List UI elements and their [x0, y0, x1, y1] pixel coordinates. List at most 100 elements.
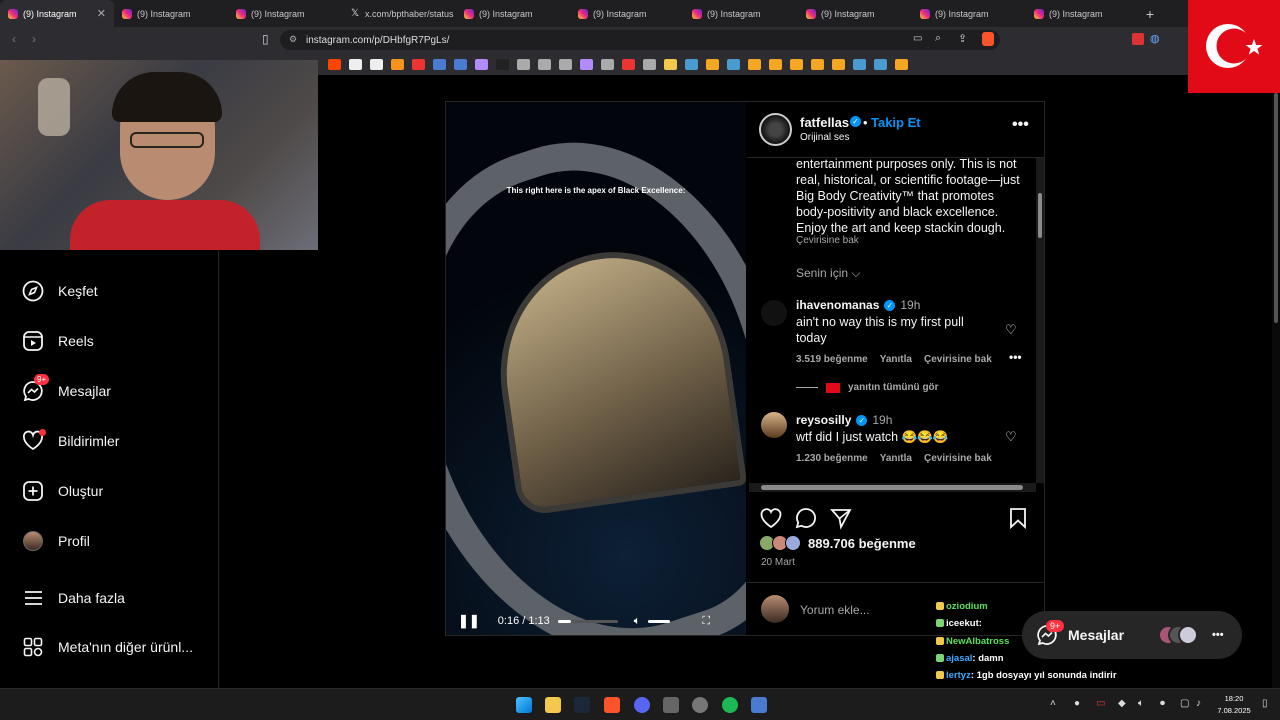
share-icon[interactable] — [829, 506, 853, 530]
reply-button[interactable]: Yanıtla — [880, 453, 912, 464]
audio-label[interactable]: Orijinal ses — [800, 132, 849, 143]
app-icon[interactable] — [751, 697, 767, 713]
system-clock[interactable]: 18:20 7.08.2025 — [1210, 693, 1258, 717]
file-explorer-icon[interactable] — [545, 697, 561, 713]
tray-icon[interactable]: ▭ — [1096, 698, 1105, 709]
translate-link[interactable]: Çevirisine bak — [924, 354, 992, 365]
sidebar-item-explore[interactable]: Keşfet — [22, 280, 98, 302]
author-username[interactable]: fatfellas — [800, 115, 849, 130]
brave-shield-icon[interactable] — [982, 32, 994, 46]
bookmark-favicon-icon[interactable] — [601, 58, 614, 70]
save-icon[interactable] — [1007, 506, 1029, 530]
obs-icon[interactable] — [692, 697, 708, 713]
discord-icon[interactable] — [634, 697, 650, 713]
bookmark-favicon-icon[interactable] — [811, 58, 824, 70]
view-replies[interactable]: yanıtın tümünü gör — [796, 382, 939, 393]
sidebar-item-reels[interactable]: Reels — [22, 330, 94, 352]
back-icon[interactable]: ‹ — [12, 32, 16, 46]
brave-icon[interactable] — [604, 697, 620, 713]
comment-like-icon[interactable]: ♡ — [1005, 322, 1017, 338]
sidebar-item-meta-products[interactable]: Meta'nın diğer ürünl... — [22, 636, 193, 658]
bookmark-favicon-icon[interactable] — [559, 58, 572, 70]
speaker-icon[interactable]: ♪ — [1196, 698, 1201, 709]
bookmark-favicon-icon[interactable] — [580, 58, 593, 70]
comment-username[interactable]: reysosilly — [796, 413, 851, 427]
sidebar-item-profile[interactable]: Profil — [22, 530, 90, 552]
volume-slider[interactable] — [648, 619, 671, 623]
forward-icon[interactable]: › — [32, 32, 36, 46]
bookmark-favicon-icon[interactable] — [349, 58, 362, 70]
network-icon[interactable]: ▢ — [1180, 698, 1189, 709]
bookmark-favicon-icon[interactable] — [643, 58, 656, 70]
likes-summary[interactable]: 889.706 beğenme — [759, 535, 916, 551]
horizontal-scrollbar[interactable] — [749, 483, 1036, 492]
bookmark-favicon-icon[interactable] — [832, 58, 845, 70]
bookmark-favicon-icon[interactable] — [748, 58, 761, 70]
browser-tab[interactable]: (9) Instagram — [912, 0, 1026, 27]
video-progress[interactable] — [557, 619, 618, 623]
browser-tab[interactable]: (9) Instagram — [228, 0, 342, 27]
bookmark-favicon-icon[interactable] — [874, 58, 887, 70]
volume-icon[interactable]: 🔈︎ — [1138, 698, 1144, 709]
cast-icon[interactable]: ▭ — [913, 33, 922, 44]
bookmark-favicon-icon[interactable] — [475, 58, 488, 70]
new-tab-button[interactable]: + — [1140, 6, 1160, 22]
bookmark-favicon-icon[interactable] — [433, 58, 446, 70]
sidebar-item-more[interactable]: Daha fazla — [22, 587, 125, 609]
start-icon[interactable] — [516, 697, 532, 713]
bookmark-favicon-icon[interactable] — [790, 58, 803, 70]
comment-username[interactable]: ihavenomanas — [796, 298, 879, 312]
bookmark-favicon-icon[interactable] — [727, 58, 740, 70]
bookmark-favicon-icon[interactable] — [622, 58, 635, 70]
more-options-icon[interactable]: ••• — [1212, 629, 1224, 641]
bookmark-icon[interactable]: ▯ — [262, 32, 269, 46]
bookmark-favicon-icon[interactable] — [391, 58, 404, 70]
comment-like-icon[interactable]: ♡ — [1005, 429, 1017, 445]
commenter-avatar[interactable] — [761, 412, 787, 438]
author-avatar[interactable] — [759, 113, 792, 146]
bookmark-favicon-icon[interactable] — [517, 58, 530, 70]
browser-tab[interactable]: (9) Instagram — [798, 0, 912, 27]
sidebar-item-notifications[interactable]: Bildirimler — [22, 429, 119, 452]
app-icon[interactable] — [663, 697, 679, 713]
caption-translate-link[interactable]: Çevirisine bak — [796, 235, 859, 246]
comment-input[interactable]: Yorum ekle... — [800, 603, 870, 617]
bookmark-favicon-icon[interactable] — [328, 58, 341, 70]
bookmark-favicon-icon[interactable] — [454, 58, 467, 70]
mic-icon[interactable]: ⏺ — [1160, 698, 1165, 709]
notification-icon[interactable]: ▯ — [1262, 698, 1268, 709]
bookmark-favicon-icon[interactable] — [895, 58, 908, 70]
bookmark-favicon-icon[interactable] — [538, 58, 551, 70]
steam-icon[interactable] — [574, 697, 590, 713]
translate-link[interactable]: Çevirisine bak — [924, 453, 992, 464]
tray-icon[interactable]: ◆ — [1118, 698, 1126, 709]
volume-icon[interactable]: 🔈︎ — [634, 615, 641, 628]
sidebar-item-messages[interactable]: 9+ Mesajlar — [22, 374, 111, 402]
browser-tab[interactable]: (9) Instagram — [1026, 0, 1140, 27]
close-tab-icon[interactable]: ✕ — [97, 7, 106, 20]
browser-tab[interactable]: 𝕏x.com/bpthaber/status — [342, 0, 456, 27]
browser-tab[interactable]: (9) Instagram — [114, 0, 228, 27]
url-field[interactable]: ⚙ instagram.com/p/DHbfgR7PgLs/ — [280, 30, 1000, 50]
extension-icon[interactable] — [1132, 33, 1144, 45]
comment-options-icon[interactable]: ••• — [1009, 350, 1022, 364]
fullscreen-icon[interactable]: ⛶ — [702, 615, 710, 628]
browser-tab[interactable]: (9) Instagram — [570, 0, 684, 27]
browser-tab[interactable]: (9) Instagram — [684, 0, 798, 27]
more-options-icon[interactable]: ••• — [1012, 116, 1029, 134]
extension-icon[interactable]: ◍ — [1150, 32, 1160, 45]
spotify-icon[interactable] — [722, 697, 738, 713]
pause-icon[interactable]: ❚❚ — [458, 613, 480, 629]
bookmark-favicon-icon[interactable] — [370, 58, 383, 70]
video-player[interactable]: This right here is the apex of Black Exc… — [446, 102, 746, 635]
like-icon[interactable] — [759, 506, 783, 530]
comment-sort-dropdown[interactable]: Senin için ⌵ — [796, 266, 860, 281]
share-icon[interactable]: ⇪ — [958, 32, 967, 45]
tray-icon[interactable]: ● — [1074, 698, 1080, 709]
comment-likes[interactable]: 3.519 beğenme — [796, 354, 868, 365]
bookmark-favicon-icon[interactable] — [664, 58, 677, 70]
bookmark-favicon-icon[interactable] — [496, 58, 509, 70]
sidebar-item-create[interactable]: Oluştur — [22, 480, 103, 502]
bookmark-favicon-icon[interactable] — [412, 58, 425, 70]
zoom-icon[interactable]: ⌕ — [935, 32, 941, 45]
